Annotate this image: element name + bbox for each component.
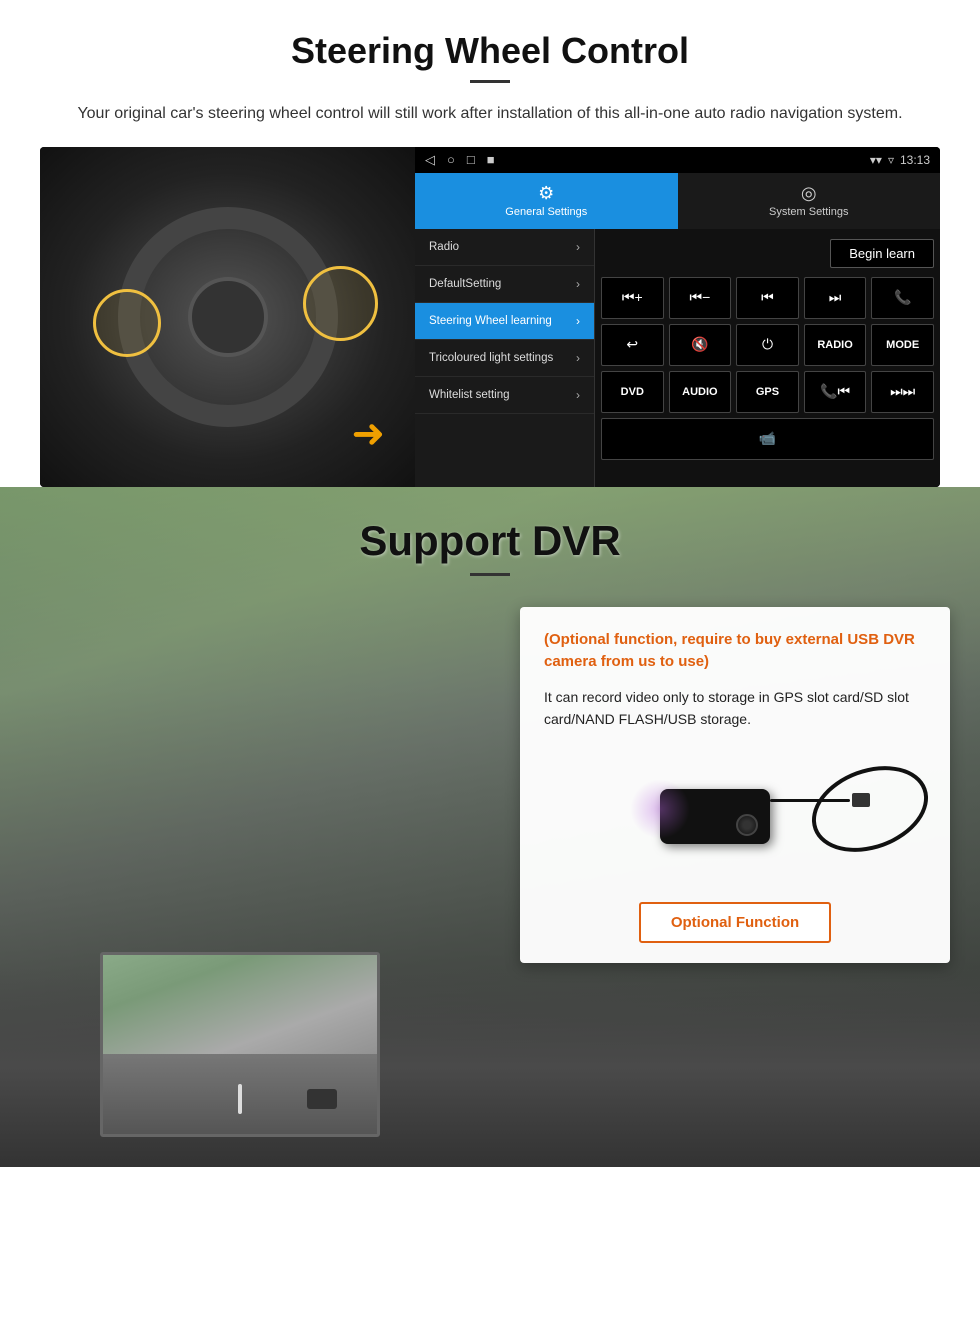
tab-system-settings[interactable]: ◎ System Settings	[678, 173, 941, 229]
highlight-circle-left	[93, 289, 161, 357]
highlight-circle-right	[303, 266, 378, 341]
chevron-icon: ›	[576, 388, 580, 402]
chevron-icon: ›	[576, 240, 580, 254]
thumb-car	[307, 1089, 337, 1109]
steering-wheel-inner	[188, 277, 268, 357]
dvr-optional-text: (Optional function, require to buy exter…	[544, 629, 926, 674]
menu-item-radio[interactable]: Radio ›	[415, 229, 594, 266]
extra-btn[interactable]: 📹	[601, 418, 934, 460]
android-tabs: ⚙ General Settings ◎ System Settings	[415, 173, 940, 229]
menu-default-label: DefaultSetting	[429, 278, 501, 290]
signal-icon: ▾▾	[870, 153, 882, 167]
btn-row-3: DVD AUDIO GPS 📞⏮ ⏭⏭	[601, 371, 934, 413]
menu-nav[interactable]: ■	[487, 152, 495, 167]
audio-btn[interactable]: AUDIO	[669, 371, 732, 413]
system-icon: ◎	[801, 183, 817, 204]
steering-photo: ➜	[40, 147, 415, 487]
android-panel: ◁ ○ □ ■ ▾▾ ▿ 13:13 ⚙ General Settings	[415, 147, 940, 487]
dvr-section: Support DVR (Optional function, require …	[0, 487, 980, 1167]
hang-up-btn[interactable]: ↩	[601, 324, 664, 366]
camera-lens	[736, 814, 758, 836]
dvr-thumbnail	[100, 952, 380, 1137]
menu-steering-label: Steering Wheel learning	[429, 315, 552, 327]
thumb-road-line	[238, 1084, 242, 1114]
steering-title: Steering Wheel Control	[40, 30, 940, 72]
recent-nav[interactable]: □	[467, 152, 475, 167]
dvr-info-card: (Optional function, require to buy exter…	[520, 607, 950, 964]
mode-btn[interactable]: MODE	[871, 324, 934, 366]
menu-whitelist-label: Whitelist setting	[429, 389, 510, 401]
mute-btn[interactable]: 🔇	[669, 324, 732, 366]
dvr-background: Support DVR (Optional function, require …	[0, 487, 980, 1167]
wifi-icon: ▿	[888, 153, 894, 167]
chevron-icon: ›	[576, 314, 580, 328]
controls-panel: Begin learn ⏮+ ⏮− ⏮ ⏭ 📞 ↩	[595, 229, 940, 487]
steering-description: Your original car's steering wheel contr…	[40, 101, 940, 127]
android-statusbar: ◁ ○ □ ■ ▾▾ ▿ 13:13	[415, 147, 940, 173]
home-nav[interactable]: ○	[447, 152, 455, 167]
seek-next-btn[interactable]: ⏭⏭	[871, 371, 934, 413]
title-divider	[470, 80, 510, 83]
vol-down-btn[interactable]: ⏮−	[669, 277, 732, 319]
menu-radio-label: Radio	[429, 241, 459, 253]
dvr-title-overlay: Support DVR	[0, 517, 980, 576]
menu-tricolour-label: Tricoloured light settings	[429, 352, 553, 364]
chevron-icon: ›	[576, 351, 580, 365]
dvd-btn[interactable]: DVD	[601, 371, 664, 413]
radio-btn[interactable]: RADIO	[804, 324, 867, 366]
camera-body	[660, 789, 770, 844]
dvr-camera-image	[544, 746, 926, 886]
arrow-indicator: ➜	[351, 411, 385, 457]
prev-btn[interactable]: ⏮	[736, 277, 799, 319]
power-btn[interactable]: ⏻	[736, 324, 799, 366]
tab-general-label: General Settings	[505, 206, 587, 218]
gear-icon: ⚙	[538, 183, 554, 204]
btn-row-2: ↩ 🔇 ⏻ RADIO MODE	[601, 324, 934, 366]
menu-list: Radio › DefaultSetting › Steering Wheel …	[415, 229, 595, 487]
phone-prev-btn[interactable]: 📞⏮	[804, 371, 867, 413]
gps-btn[interactable]: GPS	[736, 371, 799, 413]
chevron-icon: ›	[576, 277, 580, 291]
menu-item-tricolour[interactable]: Tricoloured light settings ›	[415, 340, 594, 377]
menu-item-default[interactable]: DefaultSetting ›	[415, 266, 594, 303]
begin-learn-row: Begin learn	[601, 235, 934, 272]
screenshot-area: ➜ ◁ ○ □ ■ ▾▾ ▿ 13:13 ⚙	[40, 147, 940, 487]
tab-system-label: System Settings	[769, 206, 848, 218]
nav-buttons: ◁ ○ □ ■	[425, 152, 495, 168]
cable-coil	[800, 751, 940, 867]
camera-assembly	[660, 789, 770, 844]
btn-row-4: 📹	[601, 418, 934, 460]
dvr-description: It can record video only to storage in G…	[544, 686, 926, 731]
dvr-title: Support DVR	[0, 517, 980, 565]
camera-light-effect	[630, 779, 690, 839]
phone-btn[interactable]: 📞	[871, 277, 934, 319]
statusbar-right: ▾▾ ▿ 13:13	[870, 153, 930, 167]
back-nav[interactable]: ◁	[425, 152, 435, 168]
menu-item-whitelist[interactable]: Whitelist setting ›	[415, 377, 594, 414]
tab-general-settings[interactable]: ⚙ General Settings	[415, 173, 678, 229]
btn-row-1: ⏮+ ⏮− ⏮ ⏭ 📞	[601, 277, 934, 319]
begin-learn-button[interactable]: Begin learn	[830, 239, 934, 268]
time-display: 13:13	[900, 153, 930, 167]
next-btn[interactable]: ⏭	[804, 277, 867, 319]
button-grid: ⏮+ ⏮− ⏮ ⏭ 📞 ↩ 🔇 ⏻ RADIO MODE	[601, 277, 934, 460]
android-content: Radio › DefaultSetting › Steering Wheel …	[415, 229, 940, 487]
steering-section: Steering Wheel Control Your original car…	[0, 0, 980, 487]
dvr-title-divider	[470, 573, 510, 576]
optional-function-button[interactable]: Optional Function	[639, 902, 831, 943]
vol-up-btn[interactable]: ⏮+	[601, 277, 664, 319]
menu-item-steering[interactable]: Steering Wheel learning ›	[415, 303, 594, 340]
